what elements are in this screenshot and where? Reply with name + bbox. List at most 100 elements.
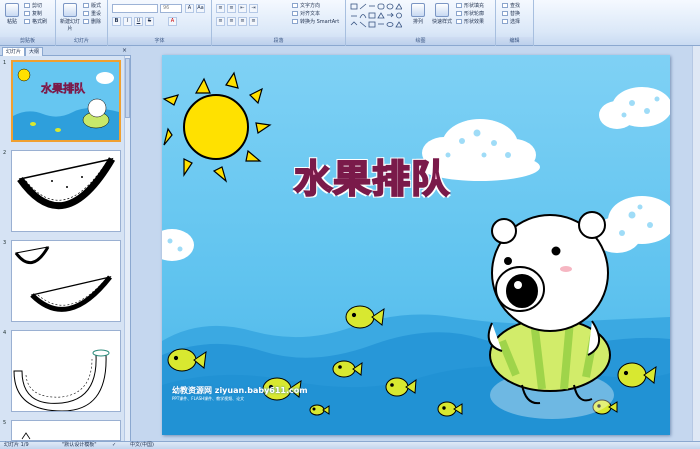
slide-number: 4 bbox=[3, 330, 7, 336]
scissors-icon bbox=[24, 3, 30, 8]
increase-indent-button[interactable]: ⇥ bbox=[249, 4, 258, 13]
thumbnail-preview-2 bbox=[12, 151, 120, 231]
align-right-icon: ≡ bbox=[240, 18, 245, 24]
layout-button[interactable]: 版式 bbox=[83, 3, 101, 10]
select-button[interactable]: 选择 bbox=[502, 19, 520, 26]
slide-number: 5 bbox=[3, 420, 7, 426]
delete-icon bbox=[83, 19, 89, 24]
decrease-indent-button[interactable]: ⇤ bbox=[238, 4, 247, 13]
slide-canvas[interactable]: 水果排队 幼教资源网 ziyuan.baby611.com PPT课件、FLAS… bbox=[162, 55, 670, 435]
underline-button[interactable]: U bbox=[134, 17, 143, 26]
shapes-gallery[interactable] bbox=[350, 3, 402, 29]
panel-tabs: 幻灯片 大纲 × bbox=[0, 46, 131, 56]
theme-status[interactable]: "默认设计模板" bbox=[62, 442, 97, 449]
align-left-button[interactable]: ≡ bbox=[216, 17, 225, 26]
svg-text:水果排队: 水果排队 bbox=[41, 81, 86, 95]
replace-button[interactable]: 替换 bbox=[502, 11, 520, 18]
numbering-icon: ≡ bbox=[229, 5, 234, 11]
replace-icon bbox=[502, 11, 508, 16]
language-status[interactable]: 中文(中国) bbox=[130, 442, 154, 449]
status-bar: 幻灯片 1/9 "默认设计模板" ✓ 中文(中国) bbox=[0, 441, 700, 449]
slide-thumbnail[interactable]: 水果排队 bbox=[11, 60, 121, 142]
justify-icon: ≡ bbox=[251, 18, 256, 24]
arrange-button[interactable]: 排列 bbox=[408, 3, 428, 25]
align-right-button[interactable]: ≡ bbox=[238, 17, 247, 26]
grow-font-button[interactable]: A bbox=[185, 4, 194, 13]
quick-styles-button[interactable]: 快速样式 bbox=[430, 3, 454, 25]
indent-left-icon: ⇤ bbox=[240, 5, 245, 11]
clipboard-group-label: 剪贴板 bbox=[0, 37, 55, 45]
text-direction-button[interactable]: 文字方向 bbox=[292, 3, 320, 10]
smartart-button[interactable]: 转换为 SmartArt bbox=[292, 19, 339, 26]
spellcheck-icon[interactable]: ✓ bbox=[112, 442, 116, 449]
align-left-icon: ≡ bbox=[218, 18, 223, 24]
cursor-icon bbox=[502, 19, 508, 24]
quick-styles-icon bbox=[435, 3, 449, 17]
new-slide-button[interactable]: 新建幻灯片 bbox=[58, 3, 82, 32]
arrange-icon bbox=[411, 3, 425, 17]
slide-editing-area: 水果排队 幼教资源网 ziyuan.baby611.com PPT课件、FLAS… bbox=[132, 46, 700, 441]
thumbnail-preview-3 bbox=[12, 241, 120, 321]
slide-number: 2 bbox=[3, 150, 7, 156]
panel-scrollbar-thumb[interactable] bbox=[125, 58, 130, 118]
numbering-button[interactable]: ≡ bbox=[227, 4, 236, 13]
paragraph-group: ≡ ≡ ⇤ ⇥ ≡ ≡ ≡ ≡ 文字方向 对齐文本 转换为 SmartArt 段… bbox=[212, 0, 346, 46]
font-group: 96 A Aa B I U S A 字体 bbox=[108, 0, 212, 46]
slide-thumbnail[interactable] bbox=[11, 420, 121, 441]
tab-slides[interactable]: 幻灯片 bbox=[2, 47, 26, 56]
align-text-button[interactable]: 对齐文本 bbox=[292, 11, 320, 18]
shape-effects-button[interactable]: 形状效果 bbox=[456, 19, 484, 26]
reset-button[interactable]: 重设 bbox=[83, 11, 101, 18]
change-case-button[interactable]: Aa bbox=[196, 4, 205, 13]
justify-button[interactable]: ≡ bbox=[249, 17, 258, 26]
smartart-icon bbox=[292, 19, 298, 24]
align-text-icon bbox=[292, 11, 298, 16]
drawing-group: 排列 快速样式 形状填充 形状轮廓 形状效果 绘图 bbox=[346, 0, 496, 46]
find-button[interactable]: 查找 bbox=[502, 3, 520, 10]
bullets-button[interactable]: ≡ bbox=[216, 4, 225, 13]
font-color-button[interactable]: A bbox=[168, 17, 177, 26]
slides-panel: 幻灯片 大纲 × 1 水果排队 2 3 4 5 bbox=[0, 46, 131, 441]
layout-icon bbox=[83, 3, 89, 8]
panel-scrollbar[interactable] bbox=[124, 56, 130, 441]
slide-thumbnail[interactable] bbox=[11, 240, 121, 322]
cut-button[interactable]: 剪切 bbox=[24, 3, 42, 10]
ribbon: 粘贴 剪切 复制 格式刷 剪贴板 新建幻灯片 版式 重设 删除 幻灯片 96 A… bbox=[0, 0, 700, 46]
tab-outline[interactable]: 大纲 bbox=[25, 47, 44, 56]
canvas-scrollbar[interactable] bbox=[692, 46, 700, 441]
slide-count-status: 幻灯片 1/9 bbox=[4, 442, 29, 448]
slide-thumbnail[interactable] bbox=[11, 150, 121, 232]
watermark-text: 幼教资源网 ziyuan.baby611.com bbox=[172, 386, 308, 395]
cloud-top-right bbox=[599, 87, 670, 129]
paste-button[interactable]: 粘贴 bbox=[2, 3, 22, 25]
shape-fill-button[interactable]: 形状填充 bbox=[456, 3, 484, 10]
slide-title[interactable]: 水果排队 bbox=[293, 148, 450, 203]
slides-group-label: 幻灯片 bbox=[56, 37, 107, 45]
slide-number: 1 bbox=[3, 60, 7, 66]
bold-button[interactable]: B bbox=[112, 17, 121, 26]
align-center-button[interactable]: ≡ bbox=[227, 17, 236, 26]
effects-icon bbox=[456, 19, 462, 24]
text-direction-icon bbox=[292, 3, 298, 8]
close-icon[interactable]: × bbox=[122, 47, 127, 54]
new-slide-icon bbox=[63, 3, 77, 17]
format-painter-button[interactable]: 格式刷 bbox=[24, 19, 47, 26]
font-name-combo[interactable] bbox=[112, 4, 158, 13]
align-center-icon: ≡ bbox=[229, 18, 234, 24]
shape-outline-button[interactable]: 形状轮廓 bbox=[456, 11, 484, 18]
copy-icon bbox=[24, 11, 30, 16]
thumbnail-preview-5 bbox=[12, 421, 120, 440]
copy-button[interactable]: 复制 bbox=[24, 11, 42, 18]
cloud-left bbox=[162, 229, 194, 261]
slides-group: 新建幻灯片 版式 重设 删除 幻灯片 bbox=[56, 0, 108, 46]
font-size-combo[interactable]: 96 bbox=[160, 4, 182, 13]
slide-artwork bbox=[162, 71, 670, 435]
slide-thumbnail[interactable] bbox=[11, 330, 121, 412]
pen-icon bbox=[456, 11, 462, 16]
paste-icon bbox=[5, 3, 19, 17]
delete-button[interactable]: 删除 bbox=[83, 19, 101, 26]
bullets-icon: ≡ bbox=[218, 5, 223, 11]
strikethrough-button[interactable]: S bbox=[145, 17, 154, 26]
reset-icon bbox=[83, 11, 89, 16]
italic-button[interactable]: I bbox=[123, 17, 132, 26]
